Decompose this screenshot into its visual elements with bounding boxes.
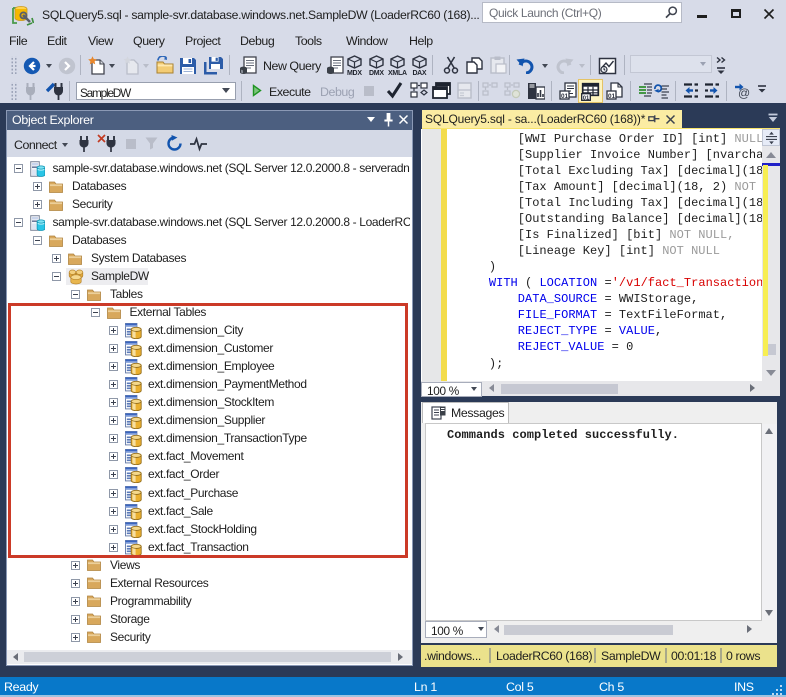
svg-text:XMLA: XMLA: [388, 70, 407, 76]
svg-text:01: 01: [583, 95, 590, 101]
svg-text:DAX: DAX: [413, 70, 427, 76]
svg-text:@: @: [738, 86, 750, 100]
svg-text:01: 01: [561, 93, 569, 100]
svg-text:DMX: DMX: [369, 70, 384, 76]
svg-text:MDX: MDX: [347, 70, 362, 76]
svg-text:01: 01: [608, 93, 616, 100]
